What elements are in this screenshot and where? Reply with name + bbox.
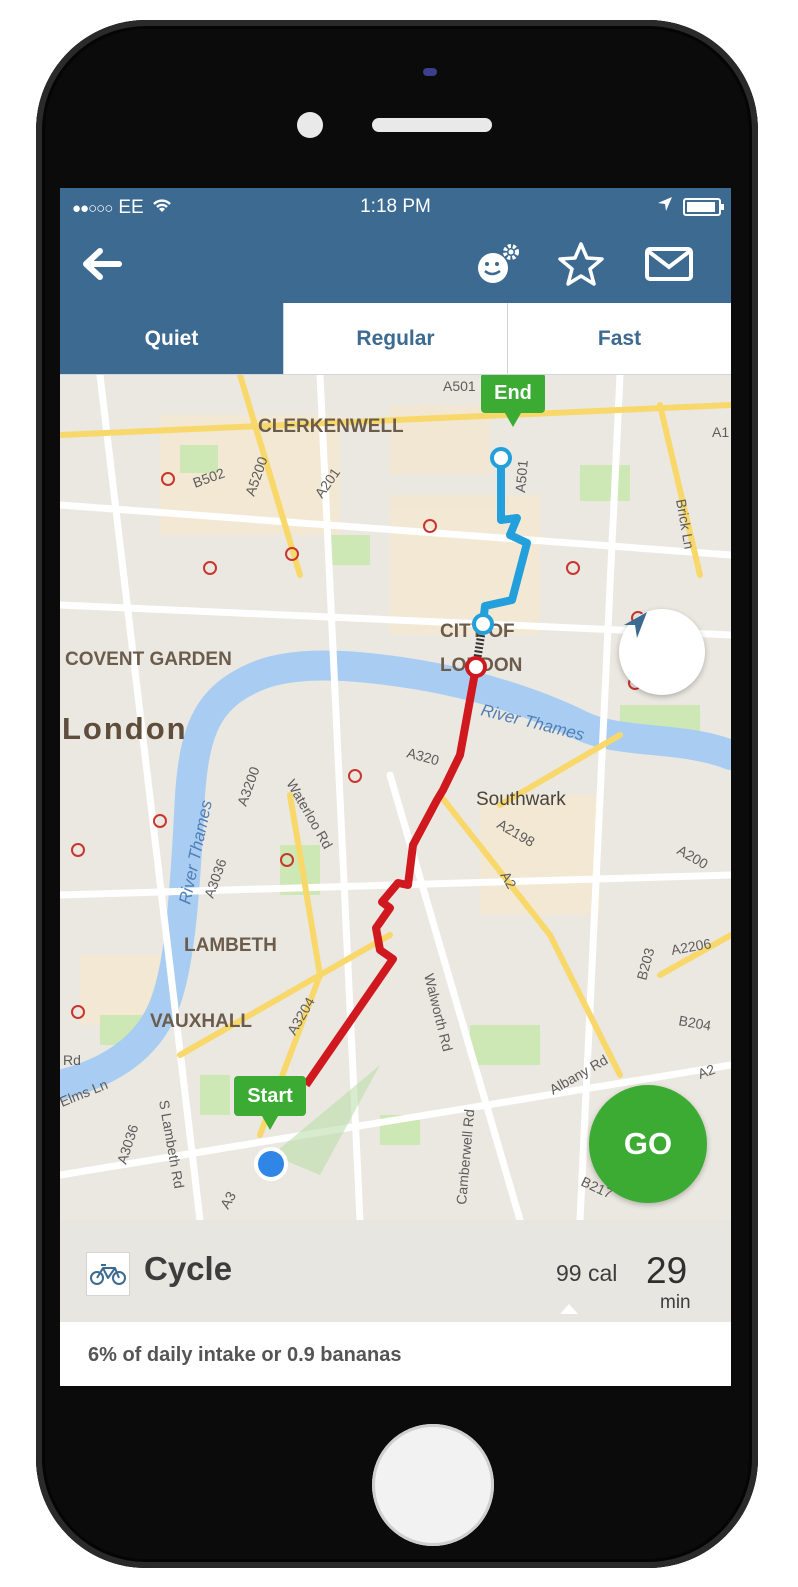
area-label: VAUXHALL: [150, 1011, 252, 1032]
duration-unit: min: [660, 1292, 691, 1313]
status-right: [657, 196, 724, 218]
tab-fast[interactable]: Fast: [507, 303, 731, 374]
travel-mode-label: Cycle: [144, 1250, 233, 1287]
earpiece-speaker: [372, 118, 492, 132]
bicycle-icon: [86, 1252, 130, 1296]
battery-icon: [683, 198, 724, 216]
waypoint-marker: [465, 656, 487, 678]
route-summary[interactable]: Cycle 99 cal 29 min: [60, 1220, 731, 1322]
city-label: London: [62, 711, 188, 746]
road-label: A501: [512, 459, 531, 493]
share-button[interactable]: [641, 238, 697, 290]
current-location-dot: [258, 1151, 284, 1177]
front-camera: [297, 112, 323, 138]
area-label: Southwark: [476, 789, 566, 810]
area-label: COVENT GARDEN: [65, 649, 232, 670]
app-screen: ●●○○○ EE 1:18 PM Quiet Regular Fast CLER…: [60, 188, 731, 1386]
road-label: A501: [443, 378, 476, 394]
status-time: 1:18 PM: [360, 196, 431, 217]
callout-notch: [560, 1304, 578, 1314]
intake-info: 6% of daily intake or 0.9 bananas: [60, 1322, 731, 1386]
home-button[interactable]: [372, 1424, 494, 1546]
tab-regular[interactable]: Regular: [283, 303, 507, 374]
calories-value: 99 cal: [556, 1260, 618, 1286]
road-label: A1: [712, 424, 729, 440]
navigation-arrow-icon: [624, 612, 647, 638]
go-button[interactable]: GO: [589, 1085, 707, 1203]
location-services-icon: [657, 196, 673, 218]
start-pin[interactable]: Start: [234, 1076, 306, 1130]
end-pin[interactable]: End: [481, 375, 545, 427]
back-arrow-icon: [83, 248, 122, 280]
favourite-button[interactable]: [553, 238, 609, 290]
area-label: CLERKENWELL: [258, 416, 404, 437]
road-label: Rd: [63, 1052, 81, 1068]
profile-settings-button[interactable]: [470, 238, 526, 290]
star-icon: [558, 242, 604, 286]
intake-text: 6% of daily intake or 0.9 bananas: [88, 1344, 402, 1366]
route-type-tabs: Quiet Regular Fast: [60, 303, 731, 375]
waypoint-marker: [472, 613, 494, 635]
top-toolbar: [60, 224, 731, 303]
duration-value: 29: [646, 1250, 688, 1291]
status-bar: ●●○○○ EE 1:18 PM: [60, 188, 731, 224]
locate-me-button[interactable]: [619, 609, 705, 695]
tab-quiet[interactable]: Quiet: [60, 303, 283, 374]
face-settings-icon: [478, 244, 519, 283]
proximity-sensor: [423, 68, 437, 76]
back-button[interactable]: [74, 238, 130, 290]
end-point-marker: [490, 447, 512, 469]
area-label: LAMBETH: [184, 935, 277, 956]
mail-icon: [645, 247, 693, 281]
